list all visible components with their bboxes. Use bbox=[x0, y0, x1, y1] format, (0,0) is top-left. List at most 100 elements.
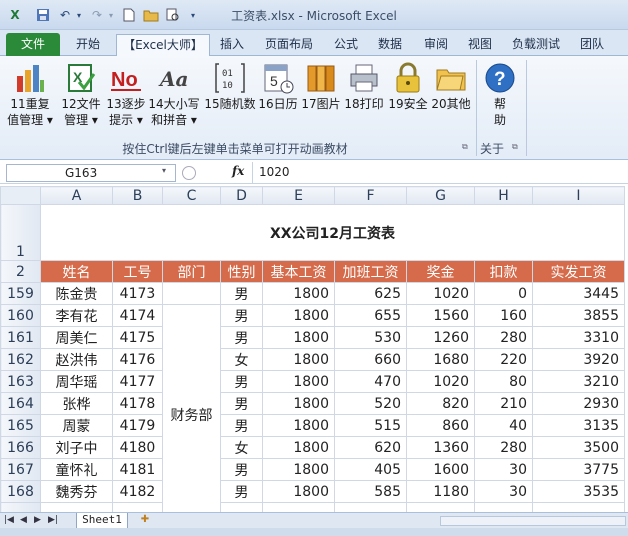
cell-name[interactable]: 李有花 bbox=[40, 304, 113, 327]
row-header[interactable]: 164 bbox=[0, 392, 41, 415]
cell-bonus[interactable]: 820 bbox=[406, 392, 475, 415]
column-header[interactable]: H bbox=[474, 186, 533, 205]
column-header[interactable]: F bbox=[334, 186, 407, 205]
cell-deduction[interactable]: 160 bbox=[474, 304, 533, 327]
cell-id[interactable]: 4173 bbox=[112, 282, 163, 305]
row-header[interactable]: 166 bbox=[0, 436, 41, 459]
cell-name[interactable]: 陈金贵 bbox=[40, 282, 113, 305]
help-button[interactable]: ? 帮 助 bbox=[482, 60, 518, 136]
tab-team[interactable]: 团队 bbox=[572, 34, 612, 56]
cell-deduction[interactable]: 30 bbox=[474, 458, 533, 481]
cell-base[interactable]: 1800 bbox=[262, 436, 335, 459]
cell-net[interactable]: 3135 bbox=[532, 414, 625, 437]
header-cell-net[interactable]: 实发工资 bbox=[532, 260, 625, 283]
cell-bonus[interactable]: 1020 bbox=[406, 282, 475, 305]
cell[interactable] bbox=[334, 502, 407, 512]
cell-deduction[interactable]: 80 bbox=[474, 370, 533, 393]
cell-sex[interactable]: 男 bbox=[220, 282, 263, 305]
group-launcher-icon[interactable]: ⧉ bbox=[462, 142, 468, 152]
cell-id[interactable]: 4181 bbox=[112, 458, 163, 481]
cell[interactable] bbox=[262, 502, 335, 512]
row-header[interactable]: 162 bbox=[0, 348, 41, 371]
cell-bonus[interactable]: 1600 bbox=[406, 458, 475, 481]
cell-deduction[interactable]: 220 bbox=[474, 348, 533, 371]
cell-overtime[interactable]: 620 bbox=[334, 436, 407, 459]
print-button[interactable]: 18打印 bbox=[342, 60, 386, 136]
cell-overtime[interactable]: 405 bbox=[334, 458, 407, 481]
cell-sex[interactable]: 男 bbox=[220, 414, 263, 437]
cell-id[interactable]: 4174 bbox=[112, 304, 163, 327]
cell-bonus[interactable]: 860 bbox=[406, 414, 475, 437]
last-sheet-icon[interactable]: ▶| bbox=[48, 515, 58, 525]
column-header[interactable]: E bbox=[262, 186, 335, 205]
cell-sex[interactable]: 男 bbox=[220, 304, 263, 327]
cell-bonus[interactable]: 1360 bbox=[406, 436, 475, 459]
cell-base[interactable]: 1800 bbox=[262, 370, 335, 393]
worksheet-grid[interactable]: A B C D E F G H I 1 XX公司12月工资表 2 姓名 工号 部… bbox=[0, 186, 628, 512]
cell[interactable] bbox=[220, 502, 263, 512]
cell-net[interactable]: 3445 bbox=[532, 282, 625, 305]
cell-base[interactable]: 1800 bbox=[262, 348, 335, 371]
header-cell-name[interactable]: 姓名 bbox=[40, 260, 113, 283]
first-sheet-icon[interactable]: |◀ bbox=[4, 515, 14, 525]
cell-sex[interactable]: 男 bbox=[220, 392, 263, 415]
name-box-dropdown-icon[interactable]: ▾ bbox=[162, 166, 166, 175]
tab-home[interactable]: 开始 bbox=[66, 34, 110, 56]
tab-excel-master[interactable]: 【Excel大师】 bbox=[116, 34, 210, 56]
sheet-tab-sheet1[interactable]: Sheet1 bbox=[76, 513, 128, 529]
cell-base[interactable]: 1800 bbox=[262, 414, 335, 437]
cell-net[interactable]: 3920 bbox=[532, 348, 625, 371]
cell-bonus[interactable]: 1180 bbox=[406, 480, 475, 503]
cell-sex[interactable]: 女 bbox=[220, 348, 263, 371]
cell[interactable] bbox=[40, 502, 113, 512]
duplicate-values-button[interactable]: 11重复 值管理 ▾ bbox=[6, 60, 54, 136]
cell-id[interactable]: 4179 bbox=[112, 414, 163, 437]
header-cell-sex[interactable]: 性别 bbox=[220, 260, 263, 283]
tab-page-layout[interactable]: 页面布局 bbox=[256, 34, 322, 56]
cell-name[interactable]: 张桦 bbox=[40, 392, 113, 415]
calendar-button[interactable]: 5 16日历 bbox=[258, 60, 298, 136]
next-sheet-icon[interactable]: ▶ bbox=[34, 515, 41, 525]
sheet-title[interactable]: XX公司12月工资表 bbox=[40, 204, 625, 261]
column-header[interactable]: B bbox=[112, 186, 163, 205]
other-button[interactable]: 20其他 bbox=[430, 60, 472, 136]
row-header[interactable]: 1 bbox=[0, 204, 41, 261]
cell-overtime[interactable]: 520 bbox=[334, 392, 407, 415]
cell-id[interactable]: 4182 bbox=[112, 480, 163, 503]
picture-button[interactable]: 17图片 bbox=[300, 60, 342, 136]
cell[interactable] bbox=[406, 502, 475, 512]
random-number-button[interactable]: 01 10 15随机数 bbox=[202, 60, 258, 136]
tab-insert[interactable]: 插入 bbox=[212, 34, 252, 56]
column-header[interactable]: C bbox=[162, 186, 221, 205]
file-manage-button[interactable]: X 12文件 管理 ▾ bbox=[58, 60, 104, 136]
cell-overtime[interactable]: 660 bbox=[334, 348, 407, 371]
cell-name[interactable]: 周华瑶 bbox=[40, 370, 113, 393]
cell-net[interactable]: 3855 bbox=[532, 304, 625, 327]
horizontal-scrollbar[interactable] bbox=[440, 516, 626, 526]
cell[interactable] bbox=[112, 502, 163, 512]
row-header[interactable]: 160 bbox=[0, 304, 41, 327]
cell-bonus[interactable]: 1680 bbox=[406, 348, 475, 371]
cell-sex[interactable]: 男 bbox=[220, 458, 263, 481]
cell-deduction[interactable]: 280 bbox=[474, 436, 533, 459]
cell-deduction[interactable]: 0 bbox=[474, 282, 533, 305]
select-all-corner[interactable] bbox=[0, 186, 41, 205]
step-hint-button[interactable]: No 13逐步 提示 ▾ bbox=[104, 60, 148, 136]
cell-sex[interactable]: 男 bbox=[220, 326, 263, 349]
cell-deduction[interactable]: 40 bbox=[474, 414, 533, 437]
column-header[interactable]: D bbox=[220, 186, 263, 205]
column-header[interactable]: A bbox=[40, 186, 113, 205]
prev-sheet-icon[interactable]: ◀ bbox=[20, 515, 27, 525]
cell-net[interactable]: 3500 bbox=[532, 436, 625, 459]
header-cell-bonus[interactable]: 奖金 bbox=[406, 260, 475, 283]
cell-base[interactable]: 1800 bbox=[262, 392, 335, 415]
cell[interactable] bbox=[474, 502, 533, 512]
cell-deduction[interactable]: 210 bbox=[474, 392, 533, 415]
column-header[interactable]: I bbox=[532, 186, 625, 205]
cell-base[interactable]: 1800 bbox=[262, 326, 335, 349]
cell-name[interactable]: 刘子中 bbox=[40, 436, 113, 459]
row-header[interactable]: 168 bbox=[0, 480, 41, 503]
tab-file[interactable]: 文件 bbox=[6, 33, 60, 56]
cell-base[interactable]: 1800 bbox=[262, 480, 335, 503]
about-launcher-icon[interactable]: ⧉ bbox=[512, 142, 518, 152]
